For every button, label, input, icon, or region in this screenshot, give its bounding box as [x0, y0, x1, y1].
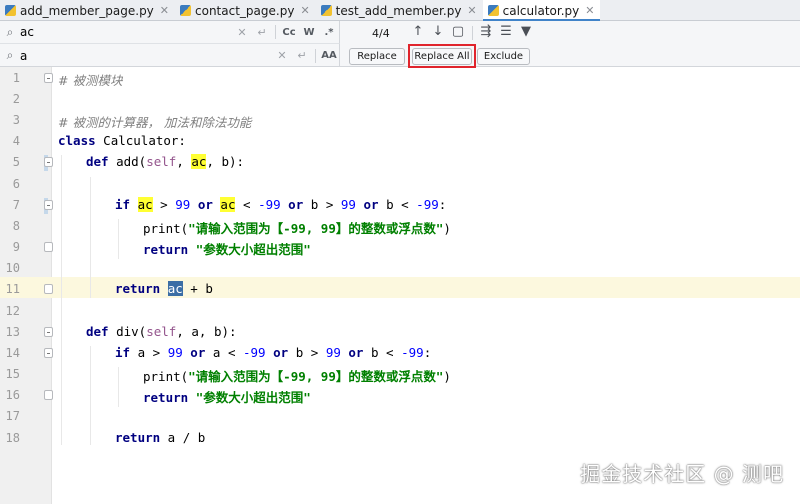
line-number: 9 — [12, 240, 20, 254]
code-line-7[interactable]: if ac > 99 or ac < -99 or b > 99 or b < … — [115, 197, 446, 212]
line-number: 15 — [5, 367, 20, 381]
tab-label: calculator.py — [502, 3, 580, 18]
code-line-9[interactable]: return "参数大小超出范围" — [143, 239, 311, 258]
tab-add-member-page[interactable]: add_member_page.py ✕ — [0, 0, 175, 21]
clear-icon[interactable]: ✕ — [272, 49, 292, 62]
python-file-icon — [180, 5, 192, 16]
line-number: 14 — [5, 346, 20, 360]
fold-marker[interactable] — [44, 327, 53, 337]
fold-marker[interactable] — [44, 348, 53, 358]
whole-words-toggle[interactable]: W — [299, 27, 319, 38]
line-number: 1 — [12, 71, 20, 85]
code-line-13[interactable]: def div(self, a, b): — [86, 324, 237, 339]
tab-label: test_add_member.py — [335, 3, 462, 18]
search-row: ⌕ ac ✕ ↵ Cc W .* — [0, 21, 340, 44]
replace-search-icon[interactable]: ⌕ — [0, 48, 20, 63]
selected-search-match: ac — [167, 281, 183, 296]
exclude-button[interactable]: Exclude — [477, 48, 530, 65]
code-line-4[interactable]: class Calculator: — [58, 133, 186, 148]
replace-all-highlight — [408, 44, 476, 68]
fold-marker[interactable] — [44, 242, 53, 252]
python-file-icon — [320, 5, 332, 16]
code-line-11[interactable]: return ac + b — [115, 281, 213, 296]
line-number: 11 — [5, 282, 20, 296]
code-line-14[interactable]: if a > 99 or a < -99 or b > 99 or b < -9… — [115, 345, 431, 360]
tab-calculator[interactable]: calculator.py ✕ — [482, 0, 601, 22]
select-all-occurrences-icon[interactable]: ▢ — [448, 24, 468, 39]
preserve-case-toggle[interactable]: AA — [319, 50, 339, 61]
find-nav-icons: ↑ ↓ ▢ — [408, 24, 468, 39]
fold-marker[interactable] — [44, 284, 53, 294]
fold-marker[interactable] — [44, 73, 53, 83]
tab-label: contact_page.py — [195, 3, 295, 18]
editor-tab-bar: add_member_page.py ✕ contact_page.py ✕ t… — [0, 0, 800, 22]
close-icon[interactable]: ✕ — [585, 4, 594, 17]
next-occurrence-icon[interactable]: ↓ — [428, 24, 448, 39]
watermark-text: 掘金技术社区 @ 测吧 — [580, 462, 784, 486]
line-number: 17 — [5, 409, 20, 423]
search-input[interactable]: ac — [20, 25, 232, 39]
line-number: 7 — [12, 198, 20, 212]
code-line-5[interactable]: def add(self, ac, b): — [86, 154, 244, 169]
line-number: 16 — [5, 388, 20, 402]
search-match: ac — [137, 197, 153, 212]
fold-marker[interactable] — [44, 390, 53, 400]
clear-icon[interactable]: ✕ — [232, 26, 252, 39]
settings-list-icon[interactable]: ☰ — [496, 24, 516, 39]
code-line-16[interactable]: return "参数大小超出范围" — [143, 387, 311, 406]
filter-icons: ⇶ ☰ ▼ — [476, 24, 536, 39]
fold-marker[interactable] — [44, 200, 53, 210]
replace-row: ⌕ a ✕ ↵ AA — [0, 44, 340, 67]
python-file-icon — [487, 5, 499, 16]
tab-test-add-member[interactable]: test_add_member.py ✕ — [316, 0, 483, 21]
line-number: 4 — [12, 134, 20, 148]
search-icon[interactable]: ⌕ — [0, 25, 20, 40]
python-file-icon — [5, 5, 16, 16]
replace-button[interactable]: Replace — [349, 48, 405, 65]
line-number: 8 — [12, 219, 20, 233]
code-line-3[interactable]: # 被测的计算器， 加法和除法功能 — [58, 112, 251, 131]
filter-icon[interactable]: ▼ — [516, 24, 536, 39]
line-number: 10 — [5, 261, 20, 275]
match-count: 4/4 — [372, 27, 390, 40]
code-line-15[interactable]: print("请输入范围为【-99, 99】的整数或浮点数") — [143, 366, 451, 385]
code-line-1[interactable]: # 被测模块 — [58, 70, 122, 89]
replace-input[interactable]: a — [20, 49, 272, 63]
tab-label: add_member_page.py — [20, 3, 154, 18]
code-line-18[interactable]: return a / b — [115, 430, 205, 445]
search-match: ac — [220, 197, 236, 212]
search-in-selection-icon[interactable]: ⇶ — [476, 24, 496, 39]
close-icon[interactable]: ✕ — [160, 4, 169, 17]
previous-occurrence-icon[interactable]: ↑ — [408, 24, 428, 39]
line-number: 5 — [12, 155, 20, 169]
new-line-icon[interactable]: ↵ — [252, 26, 272, 39]
line-number: 6 — [12, 177, 20, 191]
new-line-icon[interactable]: ↵ — [292, 49, 312, 62]
close-icon[interactable]: ✕ — [467, 4, 476, 17]
line-number: 2 — [12, 92, 20, 106]
find-replace-bar: ⌕ ac ✕ ↵ Cc W .* ⌕ a ✕ ↵ AA 4/4 ↑ ↓ ▢ ⇶ … — [0, 21, 800, 68]
close-icon[interactable]: ✕ — [300, 4, 309, 17]
tab-contact-page[interactable]: contact_page.py ✕ — [175, 0, 316, 21]
match-case-toggle[interactable]: Cc — [279, 27, 299, 38]
line-number: 12 — [5, 304, 20, 318]
regex-toggle[interactable]: .* — [319, 27, 339, 38]
fold-marker[interactable] — [44, 157, 53, 167]
line-number: 3 — [12, 113, 20, 127]
code-line-8[interactable]: print("请输入范围为【-99, 99】的整数或浮点数") — [143, 218, 451, 237]
search-match: ac — [191, 154, 207, 169]
line-number: 13 — [5, 325, 20, 339]
line-number: 18 — [5, 431, 20, 445]
